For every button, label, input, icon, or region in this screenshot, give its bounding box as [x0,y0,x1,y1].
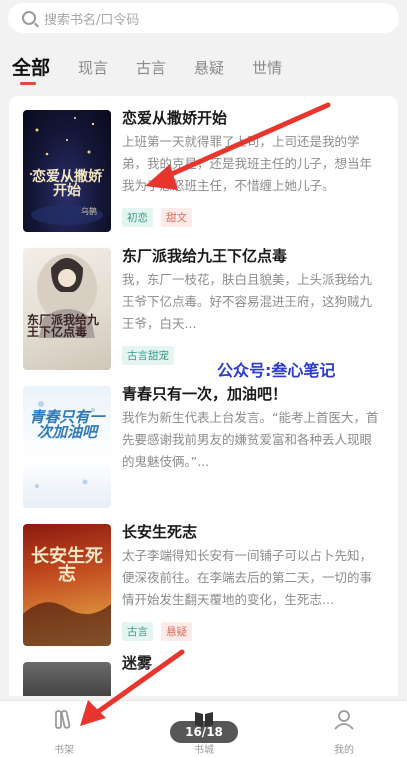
book-title[interactable]: 长安生死志 [122,521,197,542]
nav-profile[interactable]: 我的 [314,707,374,756]
book-title[interactable]: 青春只有一次，加油吧！ [122,383,287,404]
tag: 古言 [122,622,153,641]
cover-art [23,602,111,646]
book-description: 我，东厂一枝花，肤白且貌美，上头派我给九王爷下亿点毒。好不容易混进王府，这狗贼九… [122,272,373,331]
book-cover[interactable]: 青春只有一次加油吧 [23,386,111,508]
cover-title-text: 青春只有一次加油吧 [29,408,105,441]
book-tags: 古言甜宠 [122,346,174,365]
profile-icon [334,710,354,730]
book-title[interactable]: 迷雾 [122,652,152,673]
cover-title-text: 恋爱从撒娇开始 [32,169,102,199]
book-title[interactable]: 东厂派我给九王下亿点毒 [122,245,287,266]
cover-title: 长安生死志 [31,548,103,584]
search-placeholder: 搜索书名/口令码 [44,12,140,28]
cover-title: 东厂派我给九王下亿点毒 [27,314,107,338]
nav-label: 书架 [54,745,74,756]
cover-art [37,254,97,338]
watermark: 公众号:叁心笔记 [217,361,336,380]
nav-bookshelf[interactable]: 书架 [34,707,94,756]
book-item[interactable]: 长安生死志 长安生死志 太子李端得知长安有一间铺子可以占卜先知，便深夜前往。在李… [9,510,398,648]
book-title[interactable]: 恋爱从撒娇开始 [122,107,227,128]
category-tabs: 全部 现言 古言 悬疑 世情 [0,50,407,85]
nav-label: 书城 [194,745,214,756]
cover-title: 青春只有一次加油吧 [29,410,105,440]
book-description: 上班第一天就得罪了上司，上司还是我的学弟，我的克星，还是我班主任的儿子，想当年我… [122,134,373,193]
cover-author: 乌鹊 [81,207,97,216]
tab-modern-romance[interactable]: 现言 [78,50,108,78]
book-cover[interactable]: 东厂派我给九王下亿点毒 [23,248,111,370]
book-list: 恋爱从撒娇开始 乌鹊 恋爱从撒娇开始 上班第一天就得罪了上司，上司还是我的学弟，… [9,96,398,696]
cover-title-text: 长安生死志 [31,546,103,585]
book-description: 我作为新生代表上台发言。“能考上首医大，首先要感谢我前男友的嫌贫爱富和各种丢人现… [122,410,379,469]
cover-art [35,401,95,488]
book-description: 太子李端得知长安有一间铺子可以占卜先知，便深夜前往。在李端去后的第二天，一切的事… [122,548,373,607]
book-cover[interactable]: 恋爱从撒娇开始 乌鹊 [23,110,111,232]
tag: 悬疑 [161,622,192,641]
book-item[interactable]: 恋爱从撒娇开始 乌鹊 恋爱从撒娇开始 上班第一天就得罪了上司，上司还是我的学弟，… [9,96,398,234]
tab-all[interactable]: 全部 [12,50,50,85]
book-item[interactable]: 青春只有一次加油吧 青春只有一次，加油吧！ 我作为新生代表上台发言。“能考上首医… [9,372,398,510]
book-tags: 古言 悬疑 [122,622,192,641]
nav-label: 我的 [334,745,354,756]
tag: 古言甜宠 [122,346,174,365]
search-icon [22,11,36,25]
book-cover[interactable]: 长安生死志 [23,524,111,646]
tag: 甜文 [161,208,192,227]
cover-title: 恋爱从撒娇开始 [29,170,105,198]
search-bar[interactable]: 搜索书名/口令码 [8,3,399,33]
bookshelf-icon [55,710,71,729]
cover-title-text: 东厂派我给九王下亿点毒 [27,313,100,339]
page-indicator: 16/18 [170,721,238,743]
book-item[interactable]: 东厂派我给九王下亿点毒 东厂派我给九王下亿点毒 我，东厂一枝花，肤白且貌美，上头… [9,234,398,372]
tab-mystery[interactable]: 悬疑 [194,50,224,78]
tag: 初恋 [122,208,153,227]
book-tags: 初恋 甜文 [122,208,192,227]
book-cover[interactable] [23,662,111,696]
tab-society[interactable]: 世情 [252,50,282,78]
tab-ancient-romance[interactable]: 古言 [136,50,166,78]
